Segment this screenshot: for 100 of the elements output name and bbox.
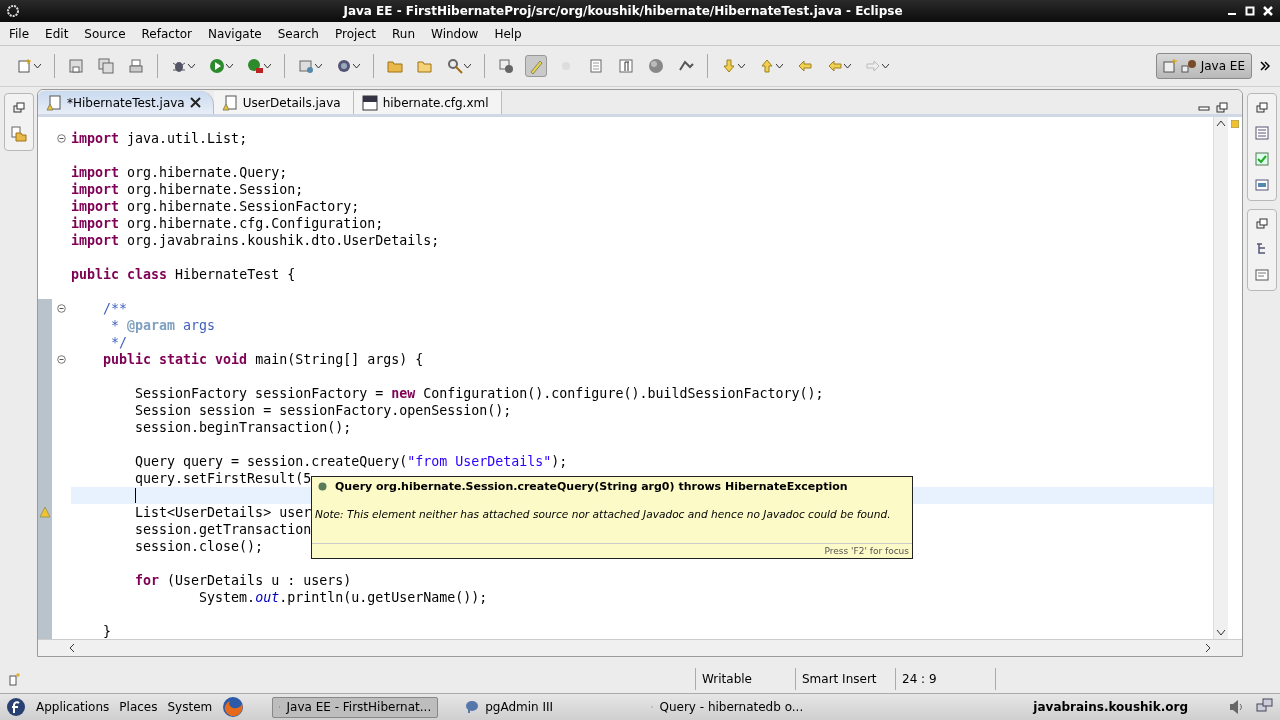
- restore-icon[interactable]: [1255, 102, 1268, 114]
- menu-item[interactable]: Edit: [37, 26, 77, 41]
- window-title: Java EE - FirstHibernateProj/src/org/koushik/hibernate/HibernateTest.java - Eclipse: [341, 4, 904, 18]
- menu-item[interactable]: File: [1, 26, 38, 41]
- dropdown-caret-icon[interactable]: [738, 63, 745, 69]
- search-icon[interactable]: [447, 58, 463, 74]
- code-line: Query query = session.createQuery("from UserDetails");: [134, 453, 568, 470]
- code-line: }: [102, 623, 112, 639]
- code-line: * @param args: [110, 317, 216, 334]
- dropdown-caret-icon[interactable]: [226, 63, 233, 69]
- java-file-warning-icon: [221, 94, 238, 111]
- menu-item[interactable]: Source: [76, 26, 134, 41]
- new-item-icon[interactable]: [8, 672, 22, 686]
- code-line: session.close();: [134, 538, 264, 555]
- scroll-down-icon[interactable]: [1216, 629, 1226, 637]
- xml-file-icon: [361, 94, 378, 111]
- open-folder-icon[interactable]: [417, 58, 433, 74]
- menu-item[interactable]: Help: [486, 26, 530, 41]
- panel-menu[interactable]: Places: [119, 700, 158, 714]
- editor-tab[interactable]: hibernate.cfg.xml: [353, 91, 502, 114]
- tooltip-note: Note: This element neither has attached source nor attached Javadoc and hence no Javadoc could be found.: [314, 507, 892, 522]
- whitespace-icon[interactable]: [618, 58, 634, 74]
- save-all-icon[interactable]: [98, 58, 114, 74]
- last-edit-icon[interactable]: [797, 58, 813, 74]
- code-line: SessionFactory sessionFactory = new Configuration().configure().buildSessionFactory();: [134, 385, 824, 402]
- fold-icon[interactable]: [57, 304, 66, 313]
- editor-tab[interactable]: *HibernateTest.java: [38, 91, 214, 114]
- horizontal-scrollbar[interactable]: [38, 639, 1242, 656]
- panel-menu[interactable]: System: [167, 700, 213, 714]
- dropdown-caret-icon[interactable]: [776, 63, 783, 69]
- package-explorer-icon[interactable]: [10, 126, 27, 142]
- code-line: import org.javabrains.koushik.dto.UserDetails;: [71, 232, 440, 249]
- folder-icon[interactable]: [387, 58, 403, 74]
- print-icon[interactable]: [128, 58, 144, 74]
- scroll-left-icon[interactable]: [68, 643, 76, 653]
- open-perspective-icon: [1162, 59, 1177, 73]
- menu-item[interactable]: Navigate: [199, 26, 270, 41]
- text-cursor: [135, 488, 136, 503]
- taskbar-window[interactable]: pgAdmin III: [458, 696, 625, 718]
- method-signature: Query org.hibernate.Session.createQuery(String arg0) throws HibernateException: [335, 480, 848, 493]
- perspective-icon: [1180, 58, 1197, 74]
- site-label: javabrains.koushik.org: [1033, 700, 1188, 714]
- globe-icon[interactable]: [648, 58, 664, 74]
- perspective-button[interactable]: Java EE: [1155, 53, 1252, 79]
- vertical-scrollbar[interactable]: [1213, 117, 1228, 639]
- focus-hint: Press 'F2' for focus: [312, 543, 912, 558]
- menu-item[interactable]: Project: [326, 26, 385, 41]
- taskbar-window[interactable]: Java EE - FirstHibernat...: [272, 696, 439, 718]
- save-icon[interactable]: [68, 58, 84, 74]
- menu-item[interactable]: Window: [423, 26, 487, 41]
- code-line: import org.hibernate.cfg.Configuration;: [71, 215, 384, 232]
- scroll-up-icon[interactable]: [1216, 119, 1226, 127]
- scroll-right-icon[interactable]: [1204, 643, 1212, 653]
- taskbar-window[interactable]: Query - hibernatedb o...: [644, 696, 811, 718]
- dropdown-caret-icon[interactable]: [264, 63, 271, 69]
- code-line: import java.util.List;: [71, 130, 248, 147]
- close-icon[interactable]: [1262, 5, 1274, 17]
- code-line: session.getTransaction: [134, 521, 312, 538]
- window-menu-icon[interactable]: [6, 4, 20, 18]
- dropdown-caret-icon[interactable]: [315, 63, 322, 69]
- browser-icon[interactable]: [222, 696, 245, 718]
- code-line: public class HibernateTest {: [71, 266, 296, 283]
- maximize-icon[interactable]: [1216, 102, 1228, 114]
- java-file-warning-icon: [46, 94, 62, 111]
- globe-icon[interactable]: [336, 58, 352, 74]
- distro-logo-icon[interactable]: [6, 697, 26, 717]
- dropdown-caret-icon[interactable]: [844, 63, 851, 69]
- fold-icon[interactable]: [57, 134, 66, 143]
- run-icon[interactable]: [209, 58, 225, 74]
- outline-icon[interactable]: [1254, 178, 1269, 192]
- dropdown-caret-icon[interactable]: [353, 63, 360, 69]
- run-external-icon[interactable]: [247, 58, 263, 74]
- fold-icon[interactable]: [57, 355, 66, 364]
- status-field: Smart Insert: [795, 668, 895, 690]
- menu-item[interactable]: Search: [269, 26, 327, 41]
- restore-icon[interactable]: [1255, 218, 1268, 230]
- editor-tab[interactable]: UserDetails.java: [213, 91, 354, 114]
- code-line: session.beginTransaction();: [134, 419, 352, 436]
- dropdown-caret-icon[interactable]: [188, 63, 195, 69]
- dropdown-caret-icon[interactable]: [34, 63, 41, 69]
- dropdown-caret-icon[interactable]: [464, 63, 471, 69]
- warning-marker-icon[interactable]: [1231, 120, 1239, 128]
- close-tab-icon[interactable]: [189, 97, 201, 108]
- status-field: Writable: [695, 668, 795, 690]
- code-line: System.out.println(u.getUserName());: [198, 589, 488, 606]
- annotation-icon[interactable]: [498, 58, 514, 74]
- code-line: import org.hibernate.Query;: [71, 164, 288, 181]
- restore-icon[interactable]: [12, 102, 25, 114]
- code-line: import org.hibernate.Session;: [71, 181, 304, 198]
- code-line: for (UserDetails u : users): [134, 572, 352, 589]
- dropdown-caret-icon[interactable]: [882, 63, 889, 69]
- tasks-icon[interactable]: [1254, 152, 1269, 166]
- code-line: public static void main(String[] args) {: [102, 351, 424, 368]
- maximize-icon[interactable]: [1244, 5, 1256, 17]
- menu-item[interactable]: Run: [384, 26, 424, 41]
- code-line: import org.hibernate.SessionFactory;: [71, 198, 360, 215]
- menu-item[interactable]: Refactor: [133, 26, 200, 41]
- more-icon[interactable]: [1260, 61, 1270, 71]
- panel-menu[interactable]: Applications: [36, 700, 110, 714]
- code-line: query.setFirstResult(5: [134, 470, 312, 487]
